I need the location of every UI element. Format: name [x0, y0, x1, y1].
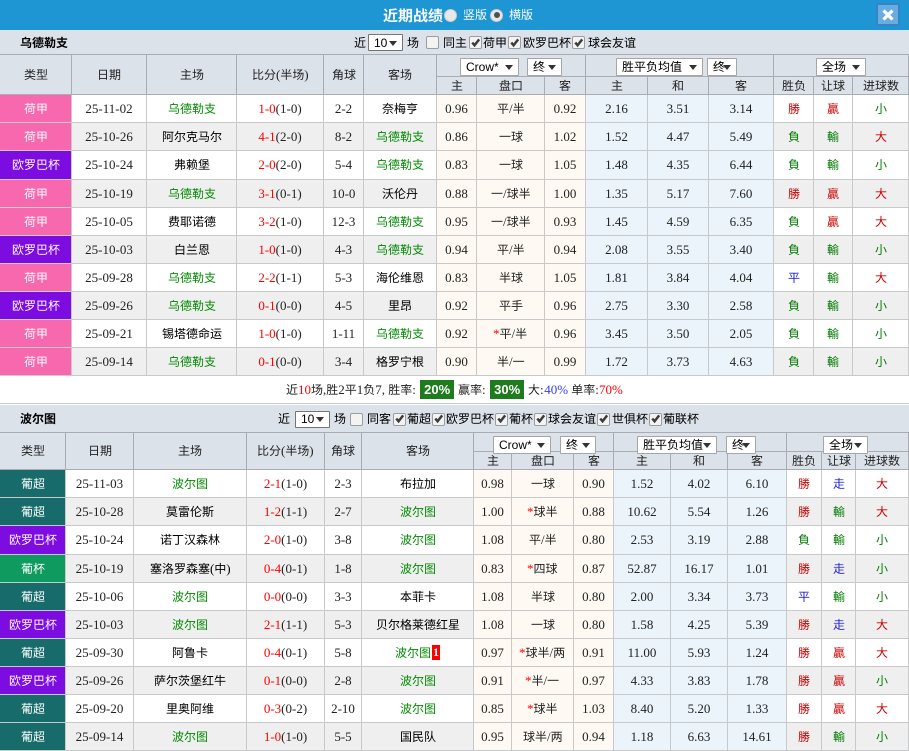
svg-text:(: ( [281, 444, 285, 458]
svg-text:*: * [527, 505, 534, 519]
svg-text:/: / [541, 533, 545, 547]
svg-text:*: * [525, 674, 532, 688]
svg-text:(: ( [276, 68, 280, 82]
svg-text:*: * [493, 327, 500, 341]
svg-text:2: 2 [338, 383, 345, 397]
svg-text:/: / [550, 646, 554, 660]
svg-text:/: / [503, 215, 507, 229]
svg-text:/: / [544, 674, 548, 688]
svg-text:/: / [509, 102, 513, 116]
svg-text:/: / [512, 327, 516, 341]
svg-text:*: * [527, 702, 534, 716]
svg-text:/: / [503, 187, 507, 201]
svg-text:*: * [519, 646, 526, 660]
svg-text:7,: 7, [375, 383, 385, 397]
svg-text:,: , [323, 383, 326, 397]
svg-text:1: 1 [357, 383, 364, 397]
svg-text:/: / [547, 730, 551, 744]
svg-text:/: / [509, 355, 513, 369]
svg-text:*: * [527, 562, 534, 576]
svg-text:(: ( [210, 562, 214, 576]
svg-text::: : [482, 383, 486, 397]
svg-text:): ) [226, 562, 230, 576]
svg-text:): ) [304, 68, 308, 82]
svg-text:/: / [509, 243, 513, 257]
svg-text:10: 10 [298, 383, 311, 397]
svg-text::: : [412, 383, 416, 397]
svg-text:): ) [309, 444, 313, 458]
